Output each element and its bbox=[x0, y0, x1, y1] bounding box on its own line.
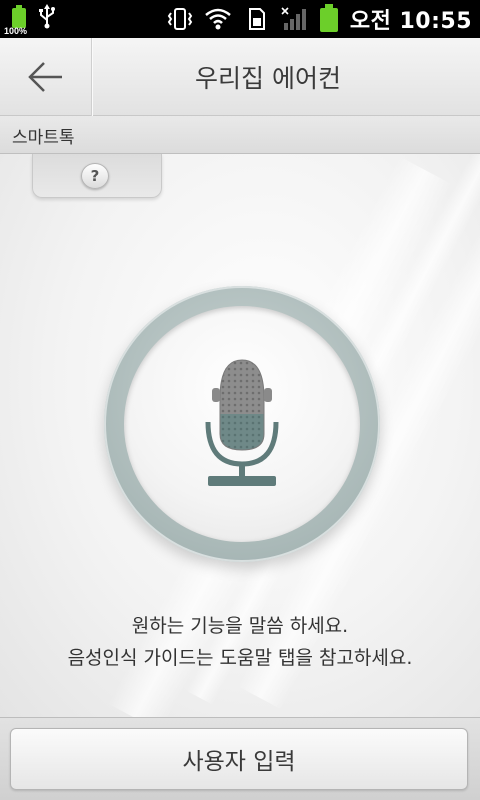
arrow-left-icon bbox=[27, 62, 62, 92]
guide-line: 원하는 기능을 말씀 하세요. bbox=[131, 615, 349, 637]
section-label: 스마트톡 bbox=[12, 128, 75, 148]
clock: 오전 10:55 bbox=[349, 9, 472, 34]
voice-guide-text: 원하는 기능을 말씀 하세요. 음성인식 가이드는 도움말 탭을 참고하세요. bbox=[0, 610, 480, 674]
page-title: 우리집 에어컨 bbox=[195, 64, 341, 93]
usb-icon bbox=[39, 4, 55, 29]
microphone-icon bbox=[205, 359, 279, 486]
battery-icon bbox=[318, 4, 340, 34]
help-button[interactable]: ? bbox=[81, 163, 109, 189]
wifi-icon bbox=[205, 8, 231, 30]
help-tab[interactable]: ? bbox=[32, 154, 162, 198]
guide-line: 음성인식 가이드는 도움말 탭을 참고하세요. bbox=[67, 647, 413, 669]
user-input-button[interactable]: 사용자 입력 bbox=[10, 728, 468, 790]
status-bar: 100% 오전 10:55 bbox=[0, 0, 480, 38]
mic-button[interactable] bbox=[104, 286, 380, 562]
sim-icon bbox=[248, 8, 265, 30]
voice-panel: ? 원하는 기능을 말씀 하세요. 음성인식 가이드는 도움말 탭을 참고하세요… bbox=[0, 154, 480, 717]
signal-icon bbox=[281, 7, 306, 30]
mic-inner bbox=[124, 306, 360, 542]
vibrate-icon bbox=[167, 8, 193, 30]
bottom-bar: 사용자 입력 bbox=[0, 717, 480, 800]
battery-percent: 100% bbox=[4, 26, 28, 36]
back-button[interactable] bbox=[0, 38, 93, 116]
section-bar: 스마트톡 bbox=[0, 116, 480, 154]
battery-icon: 100% bbox=[4, 4, 28, 36]
app-header: 우리집 에어컨 bbox=[0, 38, 480, 116]
